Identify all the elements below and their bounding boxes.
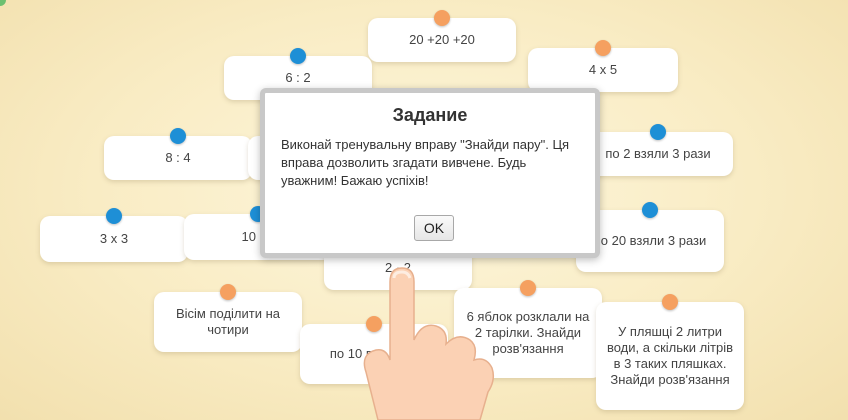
- card-text: по 2 взяли 3 рази: [605, 146, 711, 161]
- dialog-text: Виконай тренувальну вправу "Знайди пару"…: [281, 137, 570, 188]
- card-text: У пляшці 2 литри води, а скільки літрів …: [606, 324, 734, 387]
- card-eight-div-four[interactable]: Вісім поділити на чотири: [154, 284, 302, 352]
- blue-pin-icon: [170, 128, 186, 144]
- card-2-taken-3-times[interactable]: по 2 взяли 3 рази: [583, 124, 733, 176]
- card-3x3[interactable]: 3 x 3: [40, 208, 188, 262]
- card-text: 20 +20 +20: [409, 32, 475, 47]
- blue-pin-icon: [642, 202, 658, 218]
- card-20-20-20[interactable]: 20 +20 +20: [368, 10, 516, 62]
- card-8-div-4[interactable]: 8 : 4: [104, 128, 252, 180]
- card-bottle-problem[interactable]: У пляшці 2 литри води, а скільки літрів …: [596, 294, 744, 410]
- blue-pin-icon: [650, 124, 666, 140]
- blue-pin-icon: [290, 48, 306, 64]
- ok-button[interactable]: OK: [414, 215, 454, 241]
- card-text: 4 x 5: [588, 62, 618, 77]
- card-4x5[interactable]: 4 x 5: [528, 40, 678, 92]
- card-text: 6 : 2: [285, 70, 311, 85]
- orange-pin-icon: [662, 294, 678, 310]
- card-text: по 20 взяли 3 рази: [593, 233, 707, 248]
- pointing-hand-icon: [363, 267, 495, 420]
- orange-pin-icon: [520, 280, 536, 296]
- blue-pin-icon: [106, 208, 122, 224]
- card-text: 3 x 3: [99, 231, 129, 246]
- card-text: 8 : 4: [165, 150, 191, 165]
- orange-pin-icon: [434, 10, 450, 26]
- orange-pin-icon: [595, 40, 611, 56]
- task-dialog: Задание Виконай тренувальну вправу "Знай…: [260, 88, 600, 258]
- orange-pin-icon: [220, 284, 236, 300]
- dialog-title: Задание: [392, 105, 468, 125]
- card-text: Вісім поділити на чотири: [175, 306, 281, 337]
